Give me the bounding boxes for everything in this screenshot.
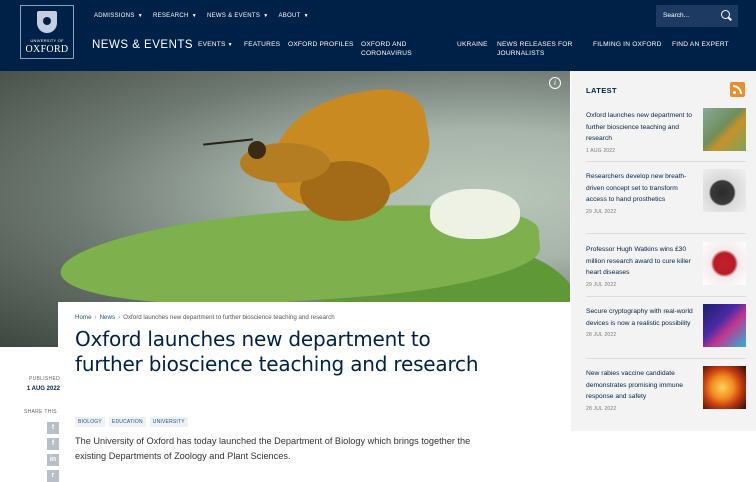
publish-meta: PUBLISHED 1 AUG 2022 (20, 376, 60, 392)
breadcrumb: Home › News › Oxford launches new department… (75, 314, 335, 321)
divider (586, 296, 746, 297)
site-header: UNIVERSITY OF OXFORD ADMISSIONS ▼ RESEARC… (0, 0, 756, 71)
latest-item-title[interactable]: Professor Hugh Watkins wins £30 million … (586, 244, 698, 279)
caret-down-icon: ▼ (137, 13, 143, 19)
top-nav: ADMISSIONS ▼ RESEARCH ▼ NEWS & EVENTS ▼ ABO… (94, 13, 309, 19)
cryptography-thumbnail[interactable] (703, 304, 746, 347)
subnav-filming[interactable]: FILMING IN OXFORD (593, 40, 662, 49)
subnav-oxford-profiles[interactable]: OXFORD PROFILES (288, 40, 354, 49)
subnav-news-releases[interactable]: NEWS RELEASES FOR JOURNALISTS (497, 40, 579, 58)
heart-thumbnail[interactable] (703, 242, 746, 285)
latest-item-title[interactable]: New rabies vaccine candidate demonstrate… (586, 368, 698, 403)
latest-item-title[interactable]: Oxford launches new department to furthe… (586, 110, 698, 145)
latest-item-title[interactable]: Researchers develop new breath-driven co… (586, 171, 698, 206)
top-nav-label: NEWS & EVENTS (206, 13, 261, 19)
published-label: PUBLISHED (28, 376, 60, 382)
flower-shape (430, 189, 520, 239)
latest-item-title[interactable]: Secure cryptography with real-world devi… (586, 306, 698, 329)
share-label: SHARE THIS (24, 409, 57, 415)
chevron-right-icon: › (118, 314, 121, 321)
latest-item[interactable]: New rabies vaccine candidate demonstrate… (586, 366, 746, 412)
search-icon[interactable] (721, 10, 730, 19)
facebook-icon[interactable]: f (47, 438, 59, 450)
subnav-features[interactable]: FEATURES (244, 40, 280, 49)
tag-university[interactable]: UNIVERSITY (149, 417, 188, 427)
latest-title: LATEST (586, 86, 618, 95)
prosthetic-hand-thumbnail[interactable] (703, 169, 746, 212)
crest-icon (37, 11, 57, 33)
subnav-oxford-coronavirus[interactable]: OXFORD AND CORONAVIRUS (361, 40, 425, 58)
search-input[interactable]: Search... (663, 12, 689, 19)
rabies-virus-thumbnail[interactable] (703, 366, 746, 409)
top-nav-label: ABOUT (278, 13, 301, 19)
caret-down-icon: ▼ (191, 13, 197, 19)
subnav-ukraine[interactable]: UKRAINE (457, 40, 488, 49)
search-box[interactable]: Search... (656, 5, 738, 27)
divider (586, 358, 746, 359)
linkedin-icon[interactable]: in (47, 454, 59, 466)
latest-item[interactable]: Professor Hugh Watkins wins £30 million … (586, 242, 746, 288)
subnav-find-expert[interactable]: FIND AN EXPERT (672, 40, 729, 49)
subnav-label: EVENTS (198, 41, 226, 48)
top-nav-label: RESEARCH (152, 13, 189, 19)
caret-down-icon: ▼ (303, 13, 309, 19)
divider (586, 161, 746, 162)
butterfly-antenna (203, 138, 253, 146)
rss-icon[interactable] (730, 82, 745, 97)
caret-down-icon: ▼ (263, 13, 269, 19)
divider (586, 233, 746, 234)
tag-biology[interactable]: BIOLOGY (75, 417, 105, 427)
butterfly-thumbnail[interactable] (703, 108, 746, 151)
article-title: Oxford launches new department to furthe… (75, 327, 479, 376)
latest-item[interactable]: Oxford launches new department to furthe… (586, 108, 746, 154)
breadcrumb-news[interactable]: News (100, 314, 115, 321)
info-icon[interactable]: i (549, 77, 561, 89)
chevron-right-icon: › (94, 314, 97, 321)
oxford-logo[interactable]: UNIVERSITY OF OXFORD (20, 5, 74, 59)
published-date: 1 AUG 2022 (26, 386, 60, 392)
section-title[interactable]: NEWS & EVENTS (92, 39, 193, 51)
latest-item[interactable]: Secure cryptography with real-world devi… (586, 304, 746, 347)
logo-line2: OXFORD (25, 44, 69, 55)
article-lede: The University of Oxford has today launc… (75, 436, 471, 461)
latest-item[interactable]: Researchers develop new breath-driven co… (586, 169, 746, 215)
breadcrumb-home[interactable]: Home (75, 314, 92, 321)
subnav-events[interactable]: EVENTS ▼ (198, 40, 233, 50)
tag-education[interactable]: EDUCATION (108, 417, 146, 427)
caret-down-icon: ▼ (227, 42, 233, 48)
top-nav-about[interactable]: ABOUT ▼ (278, 13, 308, 19)
top-nav-research[interactable]: RESEARCH ▼ (153, 13, 197, 19)
logo-line1: UNIVERSITY OF (30, 38, 64, 43)
reddit-icon[interactable]: r (47, 470, 59, 482)
breadcrumb-current: Oxford launches new department to furthe… (123, 314, 335, 321)
butterfly-head (248, 141, 266, 159)
twitter-icon[interactable]: t (47, 422, 59, 434)
top-nav-label: ADMISSIONS (94, 13, 135, 19)
top-nav-news-events[interactable]: NEWS & EVENTS ▼ (207, 13, 269, 19)
top-nav-admissions[interactable]: ADMISSIONS ▼ (94, 13, 143, 19)
tag-list: BIOLOGY EDUCATION UNIVERSITY (75, 417, 188, 427)
